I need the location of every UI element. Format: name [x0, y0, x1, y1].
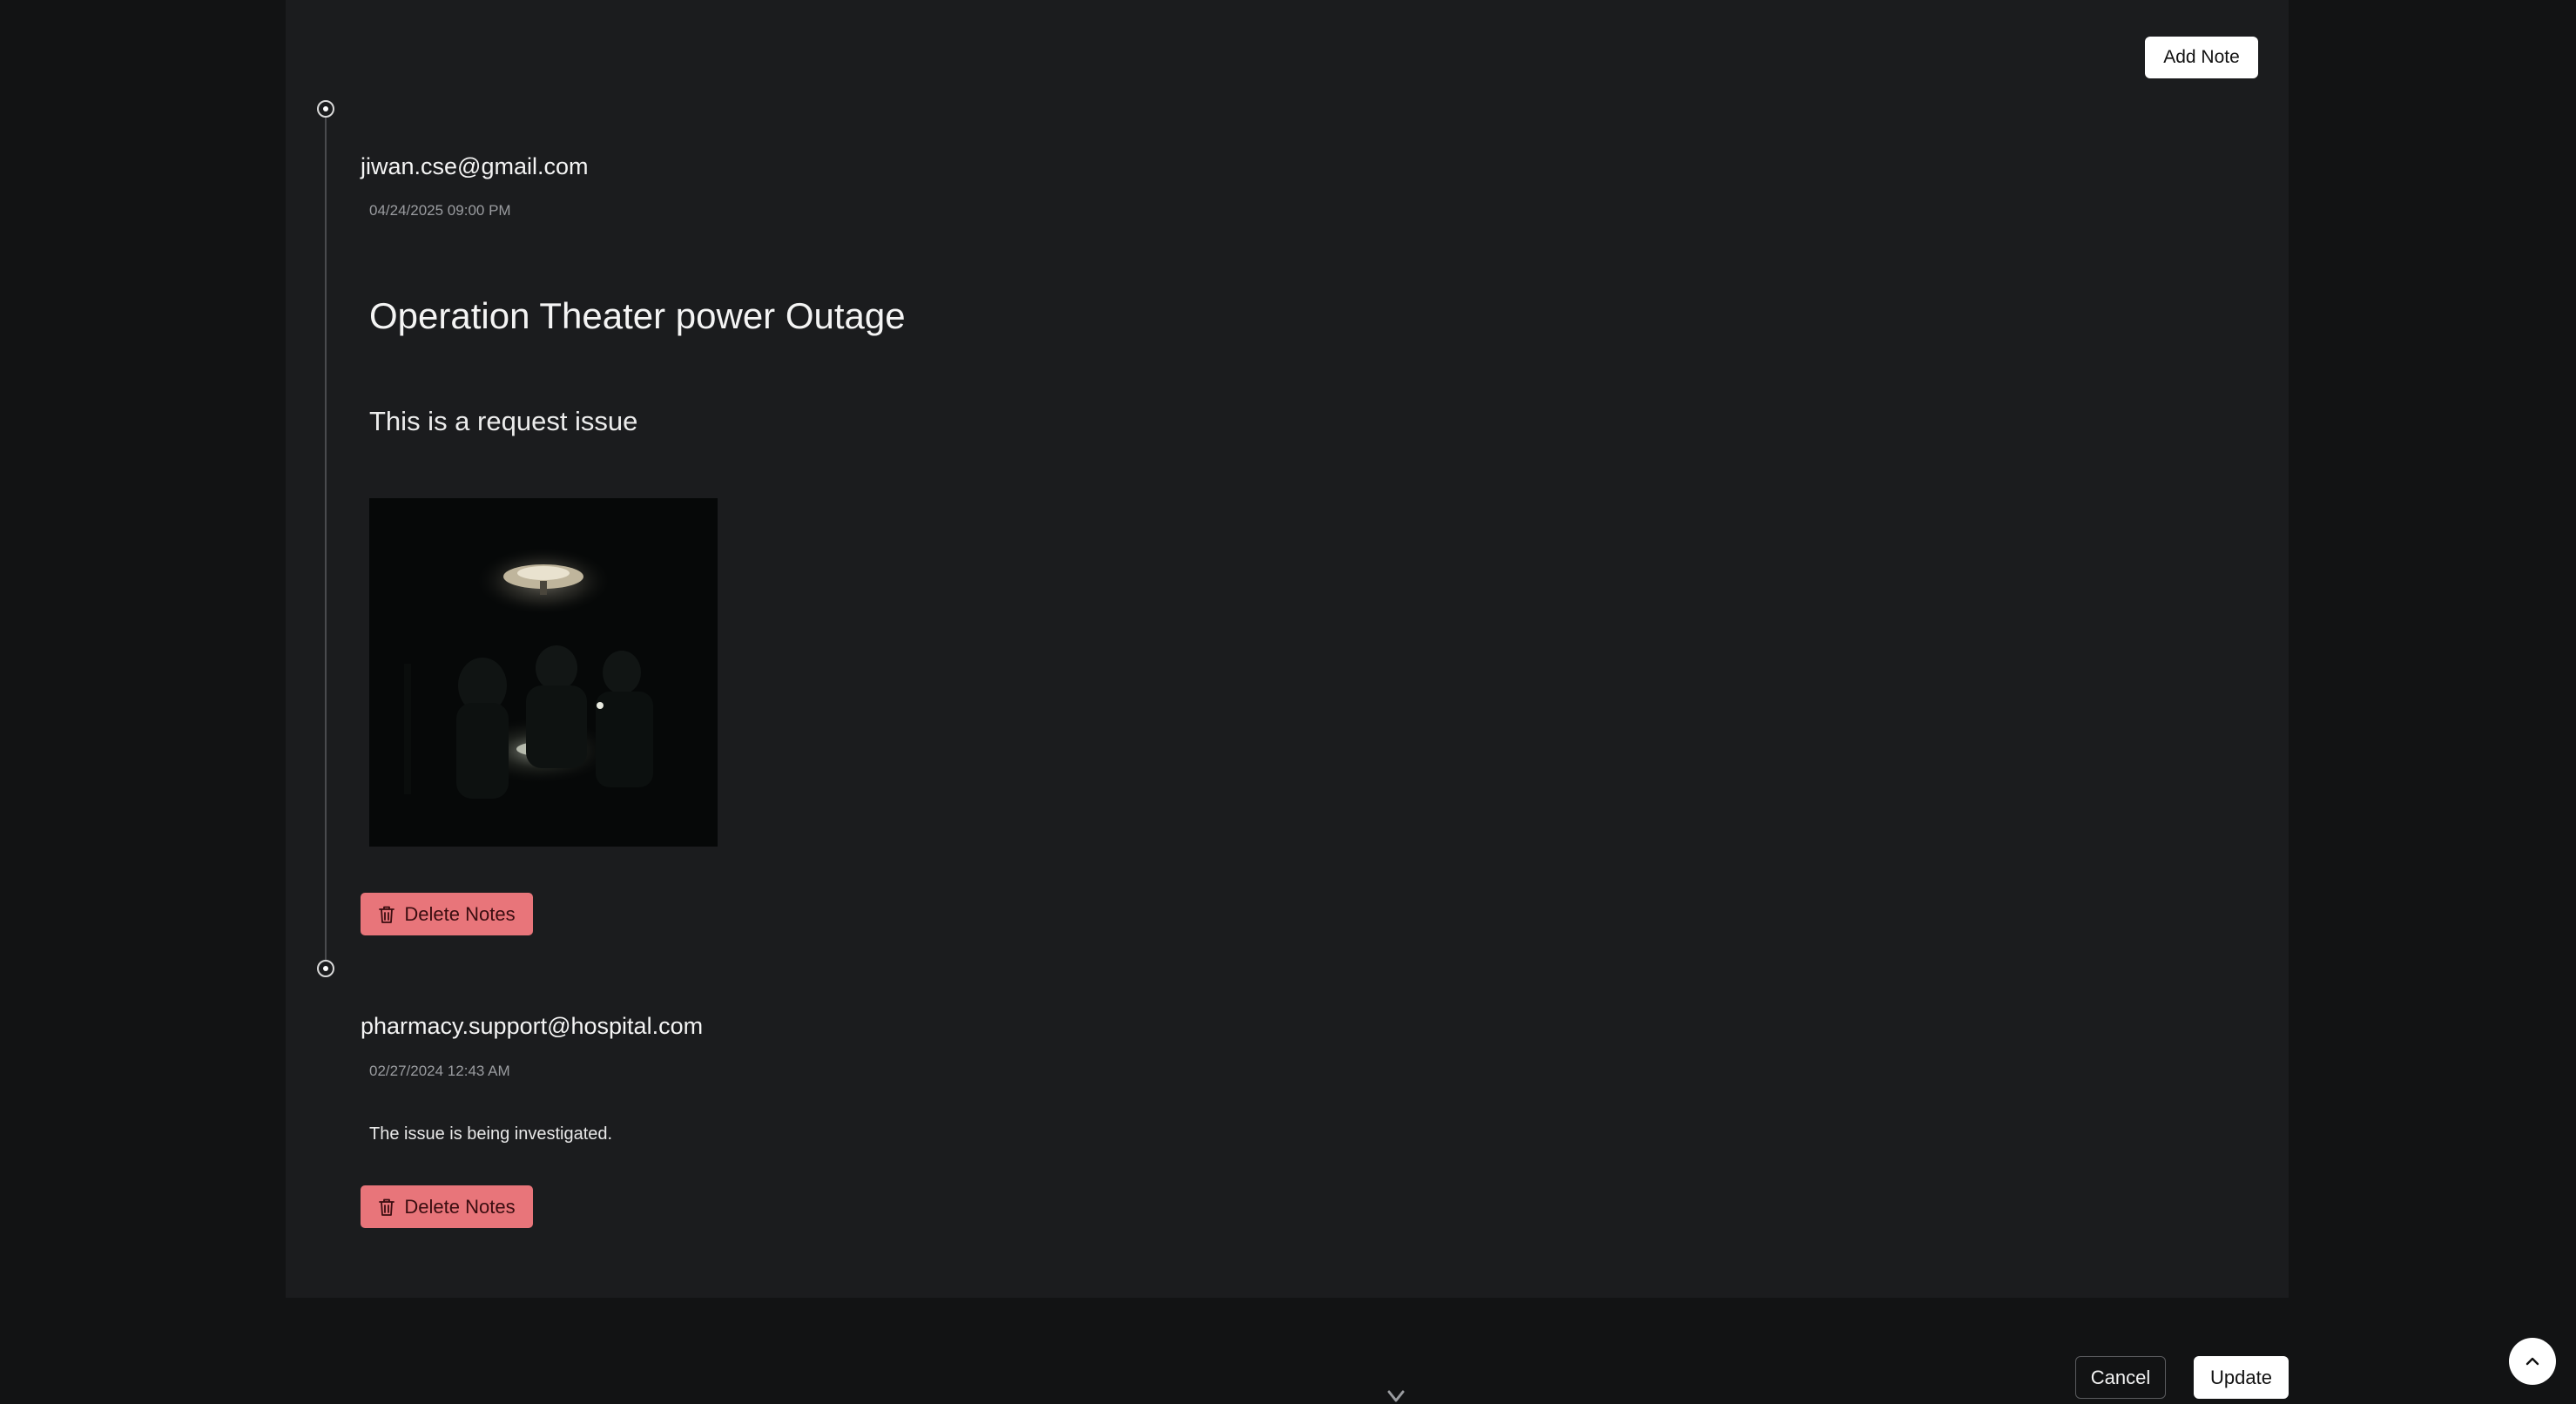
trash-icon — [379, 1198, 395, 1216]
operating-room-photo — [369, 498, 718, 847]
note-date: 02/27/2024 12:43 AM — [369, 1063, 510, 1079]
delete-notes-label: Delete Notes — [404, 1195, 516, 1218]
timeline-dot-icon — [317, 960, 334, 977]
note-body: The issue is being investigated. — [369, 1124, 613, 1144]
cancel-button[interactable]: Cancel — [2075, 1356, 2166, 1399]
timeline-line — [325, 108, 327, 969]
note-body: This is a request issue — [369, 406, 638, 436]
trash-icon — [379, 906, 395, 923]
delete-notes-label: Delete Notes — [404, 902, 516, 925]
chevron-up-icon — [2525, 1357, 2539, 1366]
note-title: Operation Theater power Outage — [369, 295, 906, 336]
update-button[interactable]: Update — [2194, 1356, 2289, 1399]
delete-notes-button[interactable]: Delete Notes — [361, 893, 533, 935]
note-author: pharmacy.support@hospital.com — [361, 1013, 704, 1039]
timeline-dot-icon — [317, 100, 334, 118]
note-date: 04/24/2025 09:00 PM — [369, 202, 511, 219]
scroll-to-top-button[interactable] — [2509, 1338, 2556, 1385]
page: Add Note jiwan.cse@gmail.com 04/24/2025 … — [0, 0, 2576, 1404]
delete-notes-button[interactable]: Delete Notes — [361, 1185, 533, 1228]
add-note-button[interactable]: Add Note — [2145, 37, 2258, 78]
chevron-down-icon — [1387, 1390, 1405, 1402]
note-author: jiwan.cse@gmail.com — [361, 153, 589, 179]
note-attachment-image[interactable] — [369, 498, 718, 847]
